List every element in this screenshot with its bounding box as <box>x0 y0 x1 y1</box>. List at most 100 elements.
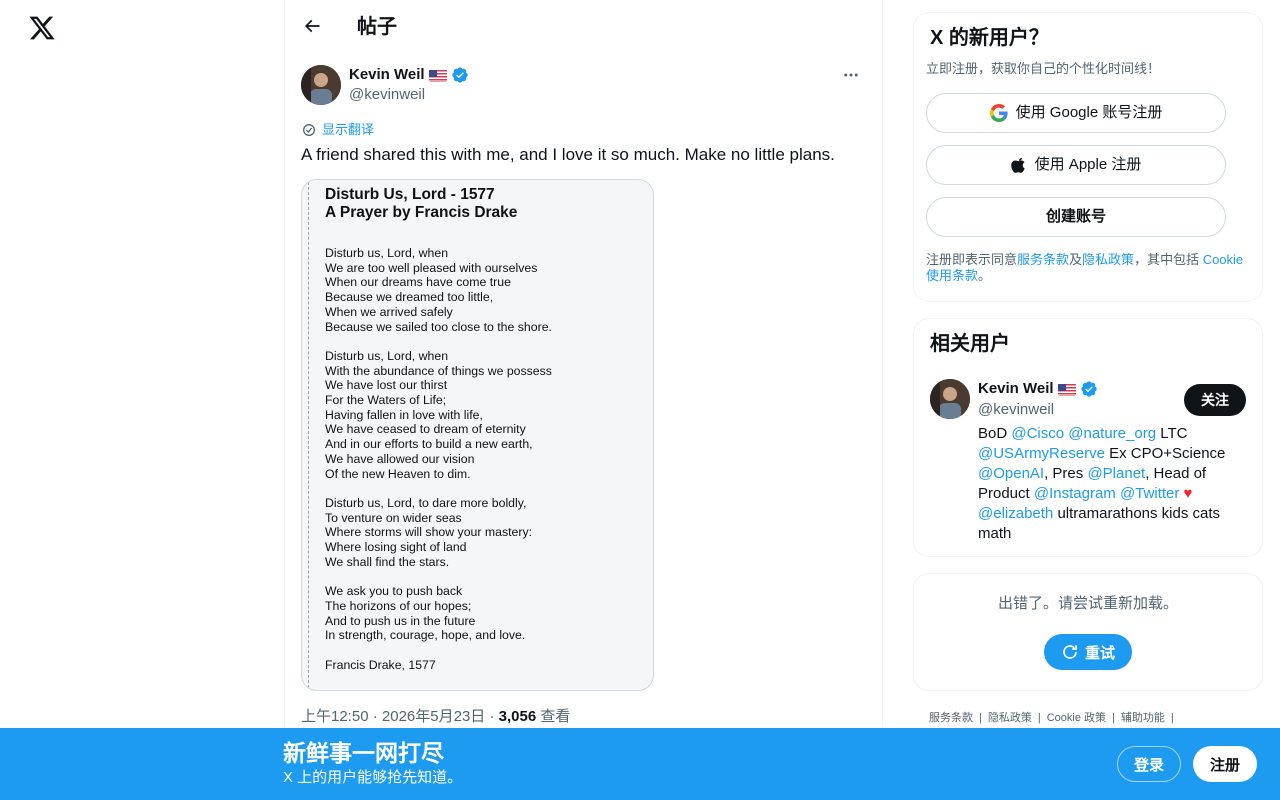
page-title: 帖子 <box>357 16 397 38</box>
x-logo-icon[interactable] <box>28 14 56 42</box>
footer-separator: | <box>1170 712 1174 724</box>
signup-banner: 新鲜事一网打尽 X 上的用户能够抢先知道。 登录 注册 <box>0 728 1280 800</box>
back-button[interactable] <box>295 9 329 43</box>
apple-signup-button[interactable]: 使用 Apple 注册 <box>926 145 1226 185</box>
poem-stanzas: Disturb us, Lord, when We are too well pl… <box>325 246 648 672</box>
poem-line: Where losing sight of land <box>325 540 467 555</box>
show-translation-button[interactable]: 显示翻译 <box>301 121 374 139</box>
tweet-author: Kevin Weil @kevinweil <box>301 65 868 105</box>
tweet-time[interactable]: 上午12:50 <box>301 708 369 725</box>
footer-link-cookie[interactable]: Cookie 政策 <box>1047 711 1106 725</box>
poem-title: Disturb Us, Lord - 1577 <box>325 186 495 203</box>
meta-separator: · <box>489 708 495 725</box>
tweet-text: A friend shared this with me, and I love… <box>301 145 835 164</box>
poem-line: Where storms will show your mastery: <box>325 525 533 540</box>
signup-card: X 的新用户？ 立即注册，获取你自己的个性化时间线！ 使用 Google 账号注… <box>913 12 1263 302</box>
mention-link[interactable]: @Planet <box>1087 465 1145 482</box>
mention-link[interactable]: @OpenAI <box>978 465 1044 482</box>
error-card: 出错了。请尝试重新加载。 重试 <box>913 573 1263 691</box>
poem-line: In strength, courage, hope, and love. <box>325 628 526 643</box>
related-users-title: 相关用户 <box>930 333 1010 355</box>
translate-icon <box>303 124 315 136</box>
main-column: 帖子 Kevin Weil @kevinweil 显示翻译 A friend s… <box>284 0 883 800</box>
terms-of-service-link[interactable]: 服务条款 <box>1017 252 1069 267</box>
google-signup-button[interactable]: 使用 Google 账号注册 <box>926 93 1226 133</box>
tweet-meta: 上午12:50 · 2026年5月23日 · 3,056 查看 <box>301 706 570 728</box>
author-name-row[interactable]: Kevin Weil <box>349 65 469 85</box>
heart-icon: ♥ <box>1179 485 1193 502</box>
footer-link-accessibility[interactable]: 辅助功能 <box>1121 711 1165 725</box>
retry-label[interactable]: 重试 <box>1085 642 1115 663</box>
poem-line: Disturb us, Lord, when <box>325 348 449 363</box>
more-options-button[interactable] <box>836 65 866 85</box>
poem-line: When our dreams have come true <box>325 275 511 290</box>
footer-links: 服务条款 | 隐私政策 | Cookie 政策 | 辅助功能 | <box>929 711 1174 725</box>
poem-line: We ask you to push back <box>325 584 463 599</box>
signup-title: X 的新用户？ <box>930 27 1049 49</box>
avatar-image <box>930 379 970 419</box>
us-flag-icon <box>1057 383 1076 396</box>
related-user-bio: BoD @Cisco @nature_org LTC @USArmyReserv… <box>978 424 1250 544</box>
poem-line: Because we dreamed too little, <box>325 290 494 305</box>
apple-signup-label[interactable]: 使用 Apple 注册 <box>1035 155 1142 175</box>
top-bar: 帖子 <box>285 0 882 53</box>
google-signup-label[interactable]: 使用 Google 账号注册 <box>1016 103 1163 123</box>
poem-line: We have allowed our vision <box>325 451 475 466</box>
poem-stanza: Disturb us, Lord, when With the abundance… <box>325 349 648 481</box>
mention-link[interactable]: @Instagram <box>1034 485 1116 502</box>
terms-text: 注册即表示同意服务条款及隐私政策，其中包括 Cookie 使用条款。 <box>926 252 1256 284</box>
poem-line: And in our efforts to build a new earth, <box>325 437 533 452</box>
poem-line: Of the new Heaven to dim. <box>325 466 471 481</box>
google-icon <box>989 104 1008 122</box>
view-label: 查看 <box>540 708 571 725</box>
tweet-image[interactable]: Disturb Us, Lord - 1577 A Prayer by Fran… <box>301 179 654 691</box>
mention-link[interactable]: @nature_org <box>1068 425 1156 442</box>
arrow-left-icon <box>304 19 320 33</box>
translate-label[interactable]: 显示翻译 <box>322 121 374 139</box>
footer-separator: | <box>1112 712 1115 724</box>
view-count: 3,056 <box>498 708 537 725</box>
bio-text: LTC <box>1156 425 1188 442</box>
avatar[interactable] <box>930 379 970 419</box>
signup-button[interactable]: 注册 <box>1193 746 1257 782</box>
error-message: 出错了。请尝试重新加载。 <box>997 595 1178 612</box>
footer-separator: | <box>979 712 982 724</box>
footer-link-privacy[interactable]: 隐私政策 <box>988 711 1032 725</box>
author-handle[interactable]: @kevinweil <box>349 85 425 105</box>
poem-line: To venture on wider seas <box>325 510 462 525</box>
mention-link[interactable]: @elizabeth <box>978 505 1053 522</box>
terms-prefix: 注册即表示同意 <box>926 252 1018 267</box>
verified-badge-icon <box>1080 381 1097 397</box>
poem-line: Disturb us, Lord, when <box>325 246 449 260</box>
more-dots-icon <box>844 73 858 77</box>
related-user-name[interactable]: Kevin Weil <box>978 379 1054 399</box>
bio-text: BoD <box>978 425 1012 442</box>
poem-stanza: Disturb us, Lord, to dare more boldly, To… <box>325 496 648 570</box>
poem-subtitle: A Prayer by Francis Drake <box>325 204 518 221</box>
poem-line: When we arrived safely <box>325 304 453 319</box>
banner-subtitle: X 上的用户能够抢先知道。 <box>283 769 463 786</box>
avatar[interactable] <box>301 65 341 105</box>
verified-badge-icon <box>451 67 468 83</box>
author-name[interactable]: Kevin Weil <box>349 65 425 85</box>
footer-link-terms[interactable]: 服务条款 <box>929 711 973 725</box>
tweet-date[interactable]: 2026年5月23日 <box>382 708 485 725</box>
create-account-button[interactable]: 创建账号 <box>926 197 1226 237</box>
related-user-name-row[interactable]: Kevin Weil <box>978 379 1098 399</box>
poem-line: We shall find the stars. <box>325 554 450 569</box>
mention-link[interactable]: @Twitter <box>1120 485 1179 502</box>
poem-image-content: Disturb Us, Lord - 1577 A Prayer by Fran… <box>308 182 648 688</box>
follow-button[interactable]: 关注 <box>1184 384 1246 416</box>
apple-icon <box>1010 157 1025 173</box>
poem-stanza: Francis Drake, 1577 <box>325 658 648 673</box>
mention-link[interactable]: @USArmyReserve <box>978 445 1105 462</box>
related-users-card: 相关用户 Kevin Weil @kevinweil 关注 BoD @Cisco… <box>913 318 1263 557</box>
poem-line: We are too well pleased with ourselves <box>325 260 538 275</box>
retry-button[interactable]: 重试 <box>1044 634 1132 670</box>
mention-link[interactable]: @Cisco <box>1011 425 1064 442</box>
login-button[interactable]: 登录 <box>1117 746 1181 782</box>
poem-line: We have ceased to dream of eternity <box>325 422 526 437</box>
terms-and: 及 <box>1069 252 1083 267</box>
privacy-policy-link[interactable]: 隐私政策 <box>1082 252 1134 267</box>
related-user-handle[interactable]: @kevinweil <box>978 400 1054 420</box>
